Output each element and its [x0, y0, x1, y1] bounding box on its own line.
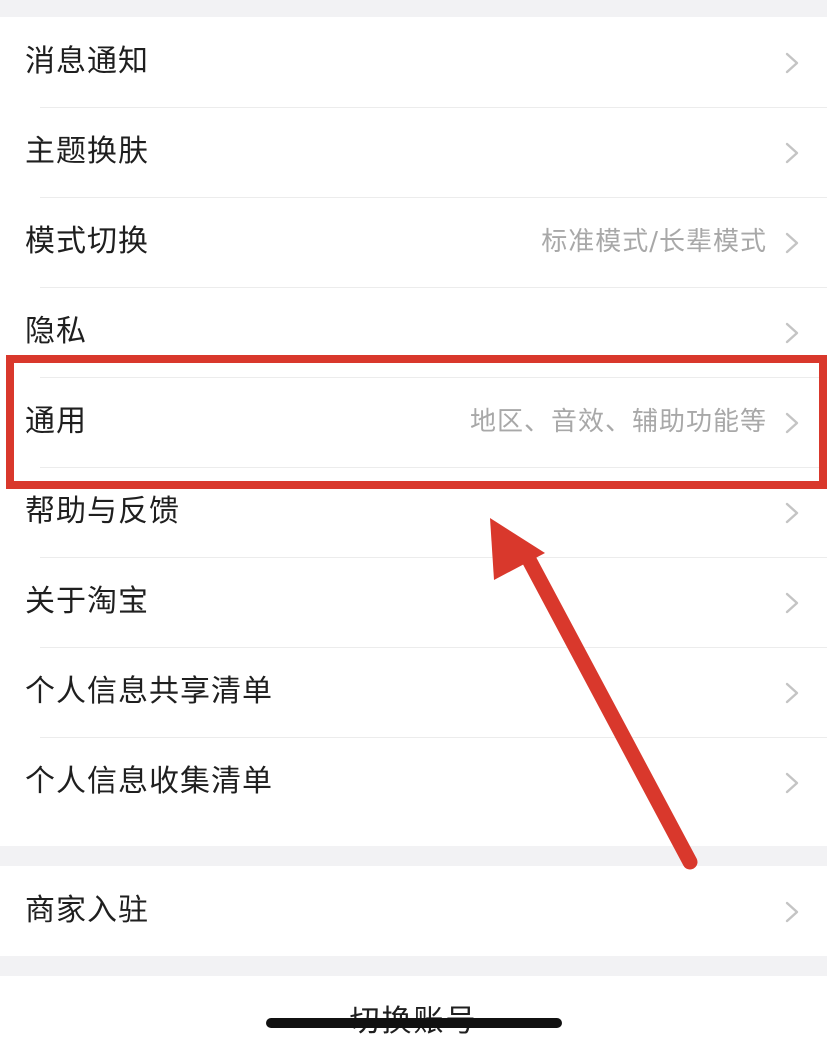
- settings-item-detail: 标准模式/长辈模式: [541, 227, 767, 257]
- settings-item-label: 隐私: [25, 314, 87, 349]
- settings-item-merchant-join[interactable]: 商家入驻: [0, 866, 827, 956]
- settings-item-label: 消息通知: [25, 44, 149, 79]
- chevron-right-icon: [785, 232, 799, 254]
- settings-item-general[interactable]: 通用 地区、音效、辅助功能等: [0, 377, 827, 467]
- settings-item-mode-switch[interactable]: 模式切换 标准模式/长辈模式: [0, 197, 827, 287]
- chevron-right-icon: [785, 412, 799, 434]
- settings-item-label: 关于淘宝: [25, 584, 149, 619]
- chevron-right-icon: [785, 592, 799, 614]
- settings-item-help-feedback[interactable]: 帮助与反馈: [0, 467, 827, 557]
- chevron-right-icon: [785, 322, 799, 344]
- settings-item-label: 个人信息收集清单: [25, 764, 273, 799]
- chevron-right-icon: [785, 901, 799, 923]
- chevron-right-icon: [785, 52, 799, 74]
- home-indicator: [266, 1018, 562, 1028]
- settings-item-label: 商家入驻: [25, 893, 149, 928]
- settings-item-label: 个人信息共享清单: [25, 674, 273, 709]
- settings-item-privacy[interactable]: 隐私: [0, 287, 827, 377]
- chevron-right-icon: [785, 142, 799, 164]
- settings-item-detail: 地区、音效、辅助功能等: [469, 407, 767, 437]
- chevron-right-icon: [785, 772, 799, 794]
- chevron-right-icon: [785, 682, 799, 704]
- settings-item-label: 通用: [25, 404, 87, 439]
- settings-item-info-sharing-list[interactable]: 个人信息共享清单: [0, 647, 827, 737]
- settings-item-label: 帮助与反馈: [25, 494, 180, 529]
- settings-item-theme[interactable]: 主题换肤: [0, 107, 827, 197]
- settings-item-about[interactable]: 关于淘宝: [0, 557, 827, 647]
- settings-group: 消息通知 主题换肤 模式切换 标准模式/长辈模式 隐私 通用 地区、音效、辅助功…: [0, 17, 827, 846]
- chevron-right-icon: [785, 502, 799, 524]
- merchant-group: 商家入驻: [0, 866, 827, 956]
- settings-item-label: 主题换肤: [25, 134, 149, 169]
- settings-item-notifications[interactable]: 消息通知: [0, 17, 827, 107]
- settings-item-label: 模式切换: [25, 224, 149, 259]
- settings-item-info-collection-list[interactable]: 个人信息收集清单: [0, 737, 827, 827]
